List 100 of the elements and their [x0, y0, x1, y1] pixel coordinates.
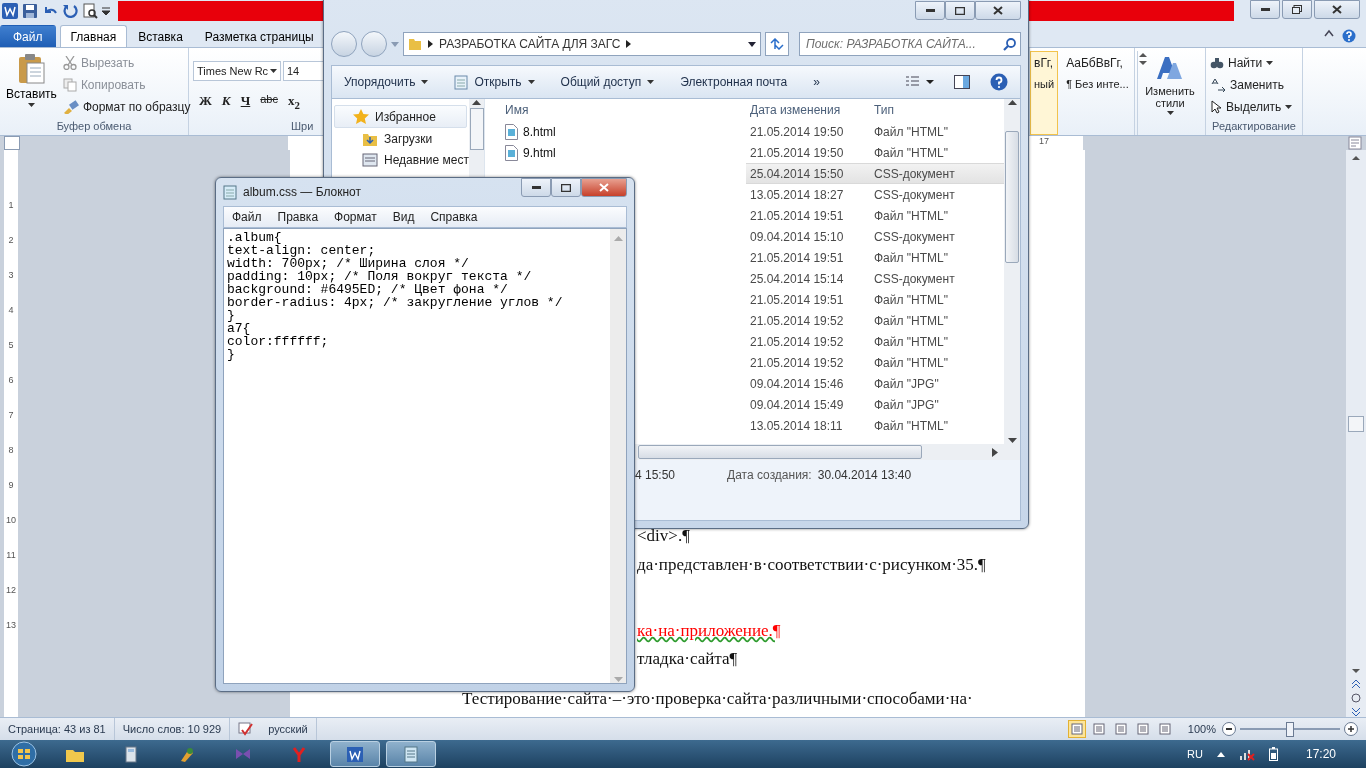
tab-selector[interactable]: [4, 136, 20, 150]
maximize-button[interactable]: [551, 178, 581, 197]
refresh-button[interactable]: [765, 32, 789, 56]
font-size-field[interactable]: 14: [283, 61, 325, 81]
file-row[interactable]: 21.05.2014 19:51 Файл "HTML": [746, 205, 1004, 226]
network-icon[interactable]: [1238, 747, 1255, 761]
taskbar-button[interactable]: [330, 741, 380, 767]
scroll-thumb[interactable]: [638, 445, 922, 459]
zoom-in-button[interactable]: [1344, 722, 1358, 736]
save-icon[interactable]: [22, 3, 38, 19]
preview-pane-icon[interactable]: [954, 75, 970, 89]
zoom-out-button[interactable]: [1222, 722, 1236, 736]
caret-icon: [527, 80, 535, 84]
ribbon-tab[interactable]: Главная: [59, 25, 128, 47]
file-row[interactable]: 09.04.2014 15:49 Файл "JPG": [746, 394, 1004, 415]
close-button[interactable]: [1314, 0, 1360, 19]
file-row[interactable]: 21.05.2014 19:51 Файл "HTML": [746, 289, 1004, 310]
battery-icon[interactable]: [1268, 747, 1278, 761]
open-button[interactable]: Открыть: [454, 74, 535, 90]
toolbar-button[interactable]: »: [813, 75, 820, 89]
previous-page-icon[interactable]: [1351, 679, 1361, 689]
print-preview-icon[interactable]: [82, 3, 98, 19]
help-icon[interactable]: [990, 73, 1008, 91]
close-button[interactable]: [581, 178, 627, 197]
file-row[interactable]: 25.04.2014 15:14 CSS-документ: [746, 268, 1004, 289]
column-header[interactable]: Тип: [870, 99, 994, 121]
file-name[interactable]: 8.html: [523, 124, 556, 139]
italic-button[interactable]: К: [221, 93, 231, 111]
spellcheck-icon[interactable]: [238, 722, 255, 736]
nav-item[interactable]: Недавние мест: [332, 149, 469, 170]
file-tab[interactable]: Файл: [0, 25, 56, 47]
column-header[interactable]: Имя: [485, 99, 746, 121]
scroll-up-icon[interactable]: [1137, 51, 1148, 59]
scroll-thumb[interactable]: [469, 108, 484, 150]
search-field[interactable]: Поиск: РАЗРАБОТКА САЙТА...: [799, 32, 1021, 56]
scroll-down-icon[interactable]: [1137, 59, 1148, 67]
view-options-icon[interactable]: [906, 76, 934, 88]
file-row[interactable]: 21.05.2014 19:51 Файл "HTML": [746, 247, 1004, 268]
toolbar-button[interactable]: Упорядочить: [344, 75, 429, 89]
ruler-toggle-icon[interactable]: [1348, 136, 1362, 150]
scroll-down-icon[interactable]: [1351, 667, 1361, 675]
clock[interactable]: 17:20: [1305, 747, 1336, 761]
language-indicator[interactable]: RU: [1187, 748, 1203, 760]
customize-icon[interactable]: [102, 6, 110, 16]
minimize-button[interactable]: [915, 1, 945, 20]
file-row[interactable]: 09.04.2014 15:46 Файл "JPG": [746, 373, 1004, 394]
ribbon-tab[interactable]: Вставка: [127, 25, 194, 47]
scroll-thumb[interactable]: [1348, 416, 1364, 432]
menu-item[interactable]: Файл: [224, 210, 270, 224]
redo-icon[interactable]: [62, 3, 78, 19]
menu-item[interactable]: Справка: [422, 210, 486, 224]
close-button[interactable]: [975, 1, 1021, 20]
scroll-right-icon[interactable]: [992, 447, 998, 457]
browse-object-icon[interactable]: [1351, 693, 1361, 703]
toolbar-button[interactable]: Электронная почта: [680, 75, 788, 89]
binoculars-icon: [1210, 57, 1224, 69]
scroll-up-icon[interactable]: [1351, 154, 1361, 162]
minimize-button[interactable]: [521, 178, 551, 197]
bold-button[interactable]: Ж: [199, 93, 212, 111]
file-row[interactable]: 25.04.2014 15:50 CSS-документ: [746, 163, 1004, 184]
menu-item[interactable]: Вид: [384, 210, 423, 224]
help-icon[interactable]: [1342, 29, 1356, 43]
next-page-icon[interactable]: [1351, 707, 1361, 717]
paste-button[interactable]: Вставить: [4, 51, 59, 120]
style-swatch[interactable]: АаБбВвГг, ¶ Без инте...: [1062, 51, 1133, 135]
column-header[interactable]: Дата изменения: [746, 99, 870, 121]
subscript-button[interactable]: x$_{2}$: [288, 93, 300, 111]
menu-item[interactable]: Правка: [269, 210, 327, 224]
slider-thumb[interactable]: [1286, 721, 1294, 737]
style-swatch[interactable]: вГг, ный: [1030, 51, 1059, 135]
date-cell-text: 21.05.2014 19:52: [749, 313, 845, 328]
file-row[interactable]: 13.05.2014 18:27 CSS-документ: [746, 184, 1004, 205]
menu-item[interactable]: Формат: [326, 210, 385, 224]
collapse-ribbon-icon[interactable]: [1324, 29, 1334, 37]
file-row[interactable]: 21.05.2014 19:52 Файл "HTML": [746, 352, 1004, 373]
scroll-thumb[interactable]: [1005, 130, 1019, 263]
font-name-field[interactable]: Times New Rc: [193, 61, 281, 81]
file-row[interactable]: 21.05.2014 19:52 Файл "HTML": [746, 310, 1004, 331]
show-hidden-icons-icon[interactable]: [1216, 751, 1225, 757]
group-label: Редактирование: [1211, 120, 1297, 134]
change-styles-button[interactable]: Изменить стили: [1139, 51, 1201, 135]
find-button[interactable]: Найти: [1210, 53, 1293, 73]
file-row[interactable]: 13.05.2014 18:11 Файл "HTML": [746, 415, 1004, 436]
caret-icon: [421, 80, 429, 84]
zoom-level[interactable]: 100%: [1187, 723, 1216, 735]
toolbar-button[interactable]: Общий доступ: [560, 75, 655, 89]
format-painter-button[interactable]: Формат по образцу: [62, 97, 191, 117]
scissors-icon: [62, 56, 77, 70]
restore-button[interactable]: [1282, 0, 1312, 19]
minimize-button[interactable]: [1250, 0, 1280, 19]
maximize-button[interactable]: [945, 1, 975, 20]
replace-button[interactable]: Заменить: [1210, 75, 1293, 95]
language-indicator[interactable]: русский: [268, 723, 308, 735]
select-button[interactable]: Выделить: [1210, 97, 1293, 117]
ribbon-tab[interactable]: Разметка страницы: [193, 25, 325, 47]
file-row[interactable]: 09.04.2014 15:10 CSS-документ: [746, 226, 1004, 247]
underline-button[interactable]: Ч: [240, 93, 251, 111]
file-row[interactable]: 21.05.2014 19:52 Файл "HTML": [746, 331, 1004, 352]
strikethrough-button[interactable]: abc: [260, 93, 278, 111]
address-bar[interactable]: РАЗРАБОТКА САЙТА ДЛЯ ЗАГС: [403, 32, 761, 56]
